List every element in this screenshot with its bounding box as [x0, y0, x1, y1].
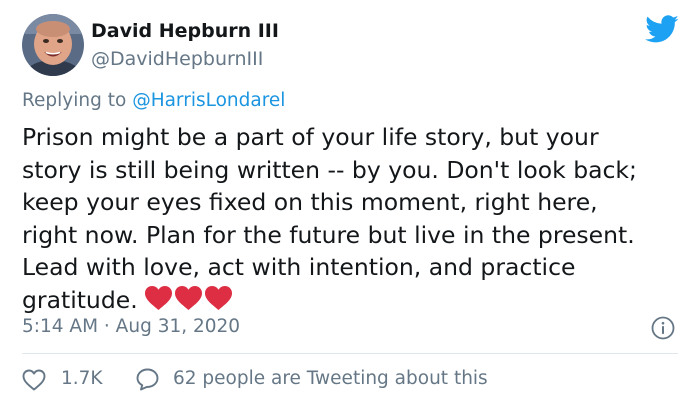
red-heart-icon: [204, 285, 232, 310]
divider: [22, 353, 678, 354]
conversation-link[interactable]: 62 people are Tweeting about this: [173, 368, 488, 389]
like-count[interactable]: 1.7K: [61, 368, 103, 389]
info-icon[interactable]: [651, 316, 675, 340]
twitter-bird-icon[interactable]: [645, 15, 679, 45]
comment-bubble-icon[interactable]: [136, 368, 159, 391]
tweet-body: Prison might be a part of your life stor…: [22, 121, 682, 320]
embedded-tweet: David Hepburn III @DavidHepburnIII Reply…: [0, 0, 700, 407]
reply-prefix: Replying to: [22, 90, 133, 111]
heart-emoji-group: [144, 285, 234, 320]
author-name[interactable]: David Hepburn III: [91, 20, 279, 42]
reply-context: Replying to @HarrisLondarel: [22, 90, 285, 111]
tweet-text: Prison might be a part of your life stor…: [22, 123, 637, 314]
author-handle[interactable]: @DavidHepburnIII: [91, 48, 263, 70]
avatar-photo: [22, 14, 84, 76]
heart-outline-icon[interactable]: [22, 369, 46, 391]
avatar[interactable]: [22, 14, 84, 76]
red-heart-icon: [174, 285, 202, 310]
reply-mention-link[interactable]: @HarrisLondarel: [132, 90, 285, 111]
tweet-timestamp[interactable]: 5:14 AM · Aug 31, 2020: [22, 316, 240, 337]
red-heart-icon: [144, 285, 172, 310]
